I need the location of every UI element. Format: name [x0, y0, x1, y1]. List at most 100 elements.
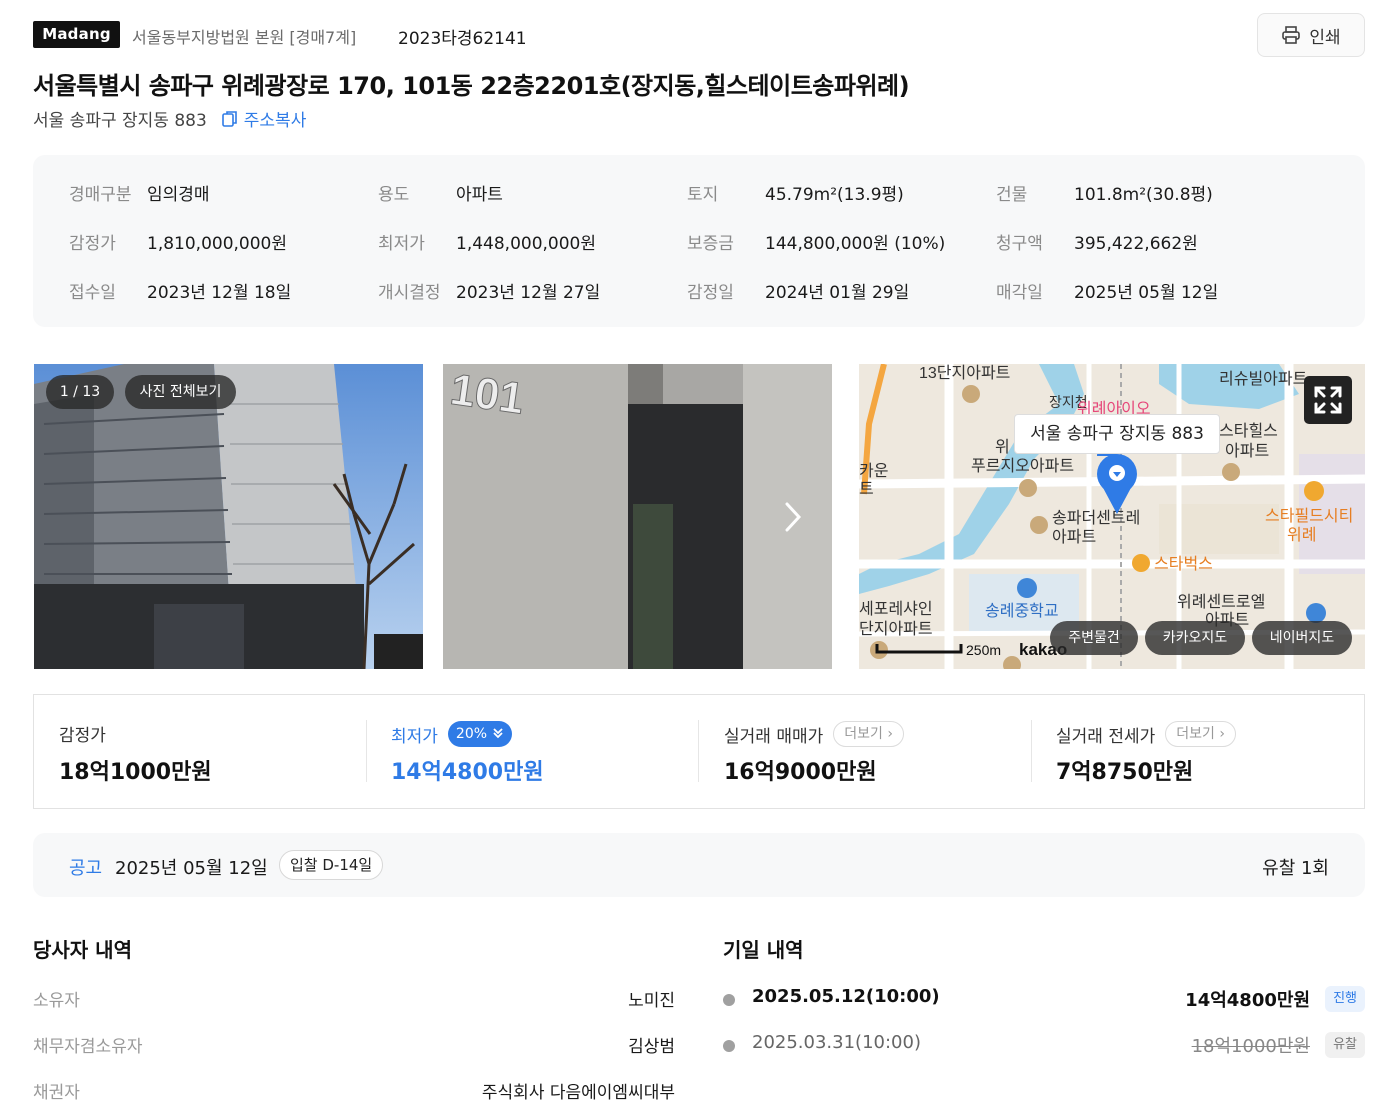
- info-value: 아파트: [456, 185, 503, 205]
- dates-section-title: 기일 내역: [723, 938, 804, 962]
- info-start-decision: 개시결정 2023년 12월 27일: [378, 278, 600, 303]
- info-sale-date: 매각일 2025년 05월 12일: [996, 278, 1218, 303]
- map-label: 위례센트로엘: [1177, 593, 1265, 611]
- map-label: 스타필드시티: [1265, 507, 1353, 525]
- info-label: 감정가: [69, 234, 116, 254]
- map-label: 스타벅스: [1154, 555, 1213, 573]
- expand-icon: [1314, 386, 1342, 414]
- map-label: 아파트: [1225, 442, 1269, 460]
- map-label: 푸르지오아파트: [971, 457, 1074, 475]
- price-value: 16억9000만원: [724, 760, 877, 785]
- print-label: 인쇄: [1309, 27, 1341, 48]
- info-value: 101.8m²(30.8평): [1074, 185, 1213, 205]
- bid-dday-badge: 입찰 D-14일: [279, 850, 384, 880]
- info-label: 개시결정: [378, 283, 441, 303]
- kakao-map-button[interactable]: 카카오지도: [1145, 621, 1245, 655]
- info-label: 경매구분: [69, 185, 132, 205]
- info-label: 건물: [996, 185, 1028, 205]
- price-label: 실거래 전세가 더보기 ›: [1056, 721, 1236, 747]
- price-label-text: 실거래 매매가: [724, 726, 824, 747]
- info-label: 보증금: [687, 234, 734, 254]
- date-text: 2025.03.31(10:00): [752, 1032, 921, 1053]
- info-label: 감정일: [687, 283, 734, 303]
- price-label: 최저가 20%: [391, 721, 512, 747]
- copy-address-button[interactable]: 주소복사: [221, 106, 307, 131]
- building-entrance-image: 101: [443, 364, 832, 669]
- info-value: 2025년 05월 12일: [1074, 283, 1219, 303]
- scale-label: 250m: [966, 642, 1001, 658]
- nearby-properties-button[interactable]: 주변물건: [1050, 621, 1138, 655]
- fail-count: 유찰 1회: [1262, 858, 1329, 879]
- next-photo-arrow[interactable]: [781, 500, 805, 534]
- fullscreen-button[interactable]: [1304, 376, 1352, 424]
- map-label: 위례: [1287, 526, 1316, 544]
- case-info-panel: 경매구분 임의경매 용도 아파트 토지 45.79m²(13.9평) 건물 10…: [33, 155, 1365, 327]
- price-value: 7억8750만원: [1056, 760, 1194, 785]
- info-value: 임의경매: [147, 185, 210, 205]
- divider: [366, 720, 367, 782]
- naver-map-button[interactable]: 네이버지도: [1252, 621, 1352, 655]
- price-label-text: 최저가: [391, 726, 438, 747]
- divider: [1031, 720, 1032, 782]
- property-photo-2[interactable]: 101: [443, 364, 832, 669]
- court-name: 서울동부지방법원 본원 [경매7계]: [132, 28, 357, 47]
- date-price: 14억4800만원: [1185, 990, 1310, 1011]
- map-label: 트: [859, 481, 874, 498]
- discount-badge[interactable]: 20%: [447, 721, 512, 747]
- status-badge: 유찰: [1325, 1032, 1365, 1058]
- parties-section-title: 당사자 내역: [33, 938, 132, 962]
- party-role: 채무자겸소유자: [33, 1037, 143, 1057]
- print-button[interactable]: 인쇄: [1257, 13, 1365, 57]
- info-use: 용도 아파트: [378, 180, 503, 205]
- info-value: 2023년 12월 18일: [147, 283, 292, 303]
- map-address-tooltip: 서울 송파구 장지동 883: [1014, 414, 1220, 454]
- info-min-price: 최저가 1,448,000,000원: [378, 229, 596, 254]
- lot-address: 서울 송파구 장지동 883: [33, 111, 207, 131]
- notice-label: 공고: [69, 858, 103, 879]
- info-building: 건물 101.8m²(30.8평): [996, 180, 1213, 205]
- map-label: 아파트: [1052, 528, 1096, 546]
- trade-more-button[interactable]: 더보기 ›: [833, 721, 904, 747]
- lease-more-button[interactable]: 더보기 ›: [1165, 721, 1236, 747]
- price-label: 감정가: [59, 721, 106, 746]
- location-map[interactable]: 13단지아파트 리슈빌아파트 장지천 위례아이오 스타힐스 아파트 위 푸르지오…: [859, 364, 1365, 669]
- info-label: 용도: [378, 185, 410, 205]
- map-label: 리슈빌아파트: [1219, 370, 1307, 388]
- madang-logo[interactable]: Madang: [33, 21, 120, 48]
- price-label-text: 실거래 전세가: [1056, 726, 1156, 747]
- info-appraisal-date: 감정일 2024년 01월 29일: [687, 278, 909, 303]
- info-label: 청구액: [996, 234, 1043, 254]
- map-label: 카운: [859, 462, 888, 480]
- price-value: 18억1000만원: [59, 760, 212, 785]
- info-label: 최저가: [378, 234, 425, 254]
- party-name: 김상범: [628, 1037, 675, 1057]
- info-appraisal: 감정가 1,810,000,000원: [69, 229, 287, 254]
- sub-address-row: 서울 송파구 장지동 883 주소복사: [33, 106, 306, 131]
- info-land: 토지 45.79m²(13.9평): [687, 180, 904, 205]
- date-row: 2025.03.31(10:00) 18억1000만원 유찰: [723, 1032, 1365, 1062]
- map-label: 단지아파트: [859, 620, 933, 638]
- price-label: 실거래 매매가 더보기 ›: [724, 721, 904, 747]
- info-value: 2023년 12월 27일: [456, 283, 601, 303]
- info-value: 45.79m²(13.9평): [765, 185, 904, 205]
- double-chevron-down-icon: [492, 728, 503, 739]
- case-number: 2023타경62141: [398, 29, 527, 49]
- date-text: 2025.05.12(10:00): [752, 986, 940, 1007]
- price-value: 14억4800만원: [391, 760, 544, 785]
- party-name: 노미진: [628, 991, 675, 1011]
- party-role: 소유자: [33, 991, 80, 1011]
- party-row: 소유자 노미진: [33, 986, 675, 1012]
- building-exterior-image: [34, 364, 423, 669]
- party-role: 채권자: [33, 1083, 80, 1103]
- page-title: 서울특별시 송파구 위례광장로 170, 101동 22층2201호(장지동,힐…: [33, 72, 910, 100]
- view-all-photos-button[interactable]: 사진 전체보기: [125, 375, 236, 409]
- status-badge: 진행: [1325, 986, 1365, 1012]
- map-label: 송파더센트레: [1052, 509, 1140, 527]
- date-row: 2025.05.12(10:00) 14억4800만원 진행: [723, 986, 1365, 1016]
- map-label: 13단지아파트: [919, 364, 1010, 382]
- property-photo-1[interactable]: 1 / 13 사진 전체보기: [34, 364, 423, 669]
- map-label: 스타힐스: [1219, 422, 1278, 440]
- info-label: 접수일: [69, 283, 116, 303]
- copy-address-label: 주소복사: [243, 111, 307, 131]
- more-label: 더보기: [1176, 726, 1215, 742]
